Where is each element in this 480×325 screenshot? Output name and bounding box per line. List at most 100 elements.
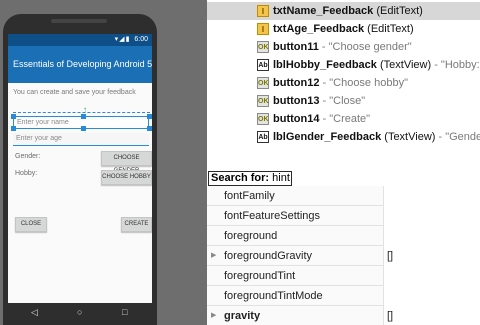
tree-item-text: - "Close" <box>322 95 366 107</box>
tree-item-id: button14 <box>273 113 320 125</box>
button-icon: OK <box>257 113 269 125</box>
tree-item-id: button13 <box>273 95 320 107</box>
age-hint: Enter your age <box>16 135 62 142</box>
phone-screen[interactable]: ▾◢▮ 6:00 Essentials of Developing Androi… <box>8 34 152 303</box>
tree-item-text: - "Hobby:" <box>434 59 480 71</box>
property-row[interactable]: foregroundTintMode <box>207 286 480 306</box>
tree-item-id: button12 <box>273 77 320 89</box>
search-value[interactable]: hint <box>272 172 290 184</box>
phone-speaker <box>51 19 107 23</box>
tree-item-id: button11 <box>273 41 319 53</box>
property-row[interactable]: ▶ gravity [] <box>207 306 480 325</box>
tree-item[interactable]: OK button13 - "Close" <box>207 92 480 110</box>
tree-item-text: - "Choose gender" <box>321 41 412 53</box>
textview-icon: Ab <box>257 59 269 71</box>
selection-handle[interactable] <box>11 126 16 131</box>
tree-item-label: txtName_Feedback (EditText) <box>273 2 423 20</box>
property-name: gravity <box>224 310 261 322</box>
selection-handle[interactable] <box>11 114 16 119</box>
expand-arrow-icon[interactable]: ▶ <box>211 246 216 266</box>
property-name: foregroundTint <box>224 270 296 282</box>
tree-item-label: button13 - "Close" <box>273 92 365 110</box>
tree-item-label: lblHobby_Feedback (TextView) - "Hobby:" <box>273 56 480 74</box>
tree-item[interactable]: Ab lblGender_Feedback (TextView) - "Gende… <box>207 128 480 146</box>
property-name: fontFamily <box>224 190 275 202</box>
tree-item-id: txtAge_Feedback <box>273 23 365 35</box>
property-value[interactable] <box>383 286 480 306</box>
status-icons: ▾◢▮ <box>114 36 131 43</box>
recent-apps-icon[interactable]: □ <box>122 307 127 317</box>
tree-item-type: (TextView) <box>384 131 436 143</box>
home-icon[interactable]: ○ <box>77 307 82 317</box>
selection-guide <box>13 112 150 113</box>
selection-handle[interactable] <box>147 126 152 131</box>
tree-item-id: lblGender_Feedback <box>273 131 382 143</box>
choose-gender-button[interactable]: CHOOSE GENDER <box>101 151 152 174</box>
feedback-subtitle[interactable]: You can create and save your feedback <box>13 89 136 96</box>
choose-hobby-button[interactable]: CHOOSE HOBBY <box>101 170 152 185</box>
property-value[interactable]: [] <box>383 306 480 325</box>
resize-arrow-icon[interactable]: ↑ <box>83 106 87 114</box>
tree-item-type: (TextView) <box>379 59 432 71</box>
back-icon[interactable]: ◁ <box>31 307 38 318</box>
gender-label[interactable]: Gender: <box>15 153 40 160</box>
property-name: foregroundGravity <box>224 250 313 262</box>
age-edittext[interactable]: Enter your age <box>13 133 149 146</box>
edittext-icon: I <box>257 5 269 17</box>
property-value[interactable] <box>383 186 480 206</box>
hobby-label[interactable]: Hobby: <box>15 170 37 177</box>
close-button[interactable]: CLOSE <box>15 217 47 232</box>
tree-item-label: button14 - "Create" <box>273 110 370 128</box>
property-value[interactable] <box>383 266 480 286</box>
tree-item-text: - "Create" <box>322 113 371 125</box>
tree-item[interactable]: Ab lblHobby_Feedback (TextView) - "Hobby:… <box>207 56 480 74</box>
app-action-bar[interactable]: Essentials of Developing Android 5.0 <box>8 46 152 83</box>
properties-table: fontFamily fontFeatureSettings foreground ▶… <box>207 186 480 325</box>
tree-item-label: lblGender_Feedback (TextView) - "Gender:… <box>273 128 480 146</box>
status-bar: ▾◢▮ 6:00 <box>8 34 152 46</box>
create-button[interactable]: CREATE <box>121 217 152 232</box>
property-name: foregroundTintMode <box>224 290 323 302</box>
property-row[interactable]: foregroundTint <box>207 266 480 286</box>
property-value[interactable]: [] <box>383 246 480 266</box>
tree-item-id: lblHobby_Feedback <box>273 59 377 71</box>
tree-item[interactable]: ItxtAge_Feedback (EditText) <box>207 20 480 38</box>
tree-item[interactable]: OK button11 - "Choose gender" <box>207 38 480 56</box>
property-row[interactable]: fontFamily <box>207 186 480 206</box>
property-row[interactable]: fontFeatureSettings <box>207 206 480 226</box>
android-nav-bar: ◁ ○ □ <box>8 303 152 325</box>
app-title: Essentials of Developing Android 5.0 <box>13 59 152 69</box>
tree-item[interactable]: OK button12 - "Choose hobby" <box>207 74 480 92</box>
search-label: Search for: <box>211 172 270 184</box>
button-icon: OK <box>257 41 269 53</box>
selection-handle[interactable] <box>147 114 152 119</box>
selection-handle[interactable] <box>81 114 86 119</box>
tree-item-id: txtName_Feedback <box>273 5 374 17</box>
button-icon: OK <box>257 77 269 89</box>
name-hint: Enter your name <box>17 119 69 126</box>
expand-arrow-icon[interactable]: ▶ <box>211 306 216 325</box>
button-icon: OK <box>257 95 269 107</box>
property-value[interactable] <box>383 226 480 246</box>
status-time: 6:00 <box>134 36 148 43</box>
property-value[interactable] <box>383 206 480 226</box>
tree-item-label: button12 - "Choose hobby" <box>273 74 408 92</box>
property-name: fontFeatureSettings <box>224 210 321 222</box>
tree-item[interactable]: ItxtName_Feedback (EditText) <box>207 2 480 20</box>
tree-item-type: (EditText) <box>376 5 423 17</box>
tree-item-label: txtAge_Feedback (EditText) <box>273 20 414 38</box>
property-row[interactable]: foreground <box>207 226 480 246</box>
property-search-field[interactable]: Search for: hint <box>208 171 292 186</box>
tree-item-text: - "Choose hobby" <box>322 77 408 89</box>
tree-item-label: button11 - "Choose gender" <box>273 38 412 56</box>
tree-item-type: (EditText) <box>367 23 414 35</box>
textview-icon: Ab <box>257 131 269 143</box>
phone-frame: ▾◢▮ 6:00 Essentials of Developing Androi… <box>3 14 157 325</box>
design-canvas[interactable]: ▾◢▮ 6:00 Essentials of Developing Androi… <box>0 0 207 325</box>
edittext-icon: I <box>257 23 269 35</box>
component-tree: ItxtName_Feedback (EditText) ItxtAge_Feed… <box>207 0 480 170</box>
tree-item[interactable]: OK button14 - "Create" <box>207 110 480 128</box>
property-row[interactable]: ▶ foregroundGravity [] <box>207 246 480 266</box>
property-name: foreground <box>224 230 278 242</box>
tree-item-text: - "Gender:" <box>438 131 480 143</box>
